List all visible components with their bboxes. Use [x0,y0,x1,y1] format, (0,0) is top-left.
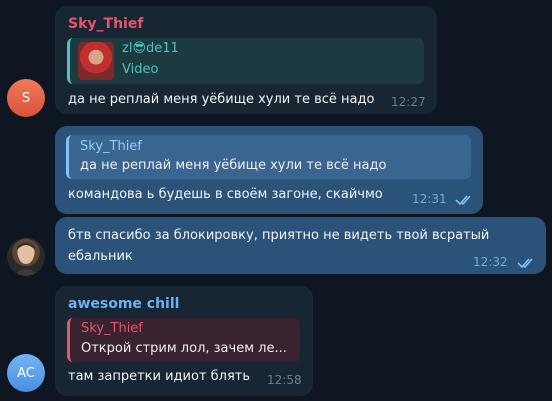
message-time: 12:58 [267,373,302,387]
reply-preview[interactable]: Sky_Thief Открой стрим лол, зачем ле... [67,318,300,362]
double-check-icon [517,258,533,269]
double-check-icon [455,195,471,206]
avatar[interactable]: AC [7,354,45,392]
reply-text: да не реплай меня уёбище хули те всё над… [80,158,387,173]
reply-text: Открой стрим лол, зачем ле... [81,341,287,356]
message-time: 12:32 [473,255,508,269]
message-time: 12:31 [412,192,447,206]
message-time: 12:27 [391,95,426,109]
reply-sender: zl😎de11 [122,41,179,56]
message-text: да не реплай меня уёбище хули те всё над… [68,92,375,107]
sender-name[interactable]: Sky_Thief [68,16,143,32]
sunglasses-emoji-icon: 😎 [132,41,146,56]
message-text-line-1: бтв спасибо за блокировку, приятно не ви… [68,228,490,243]
message-bubble[interactable]: бтв спасибо за блокировку, приятно не ви… [55,217,546,274]
avatar[interactable]: S [7,79,45,117]
reply-sender: Sky_Thief [80,139,142,154]
avatar[interactable] [7,238,45,276]
message-bubble[interactable]: Sky_Thief да не реплай меня уёбище хули … [55,126,483,214]
message-text-line-2: ебальник [68,249,133,264]
reply-text: Video [122,62,159,77]
message-text: там запретки идиот блять [68,369,251,384]
message-bubble[interactable]: awesome chill Sky_Thief Открой стрим лол… [55,286,313,396]
profile-photo [13,242,39,276]
reply-sender: Sky_Thief [81,321,143,336]
video-thumbnail [78,42,114,80]
reply-preview[interactable]: Sky_Thief да не реплай меня уёбище хули … [66,135,471,179]
message-bubble[interactable]: Sky_Thief zl😎de11 Video да не реплай мен… [55,6,437,114]
message-text: командова ь будешь в своём загоне, скайч… [68,187,383,202]
sender-name[interactable]: awesome chill [68,296,179,312]
reply-preview[interactable]: zl😎de11 Video [67,38,424,84]
